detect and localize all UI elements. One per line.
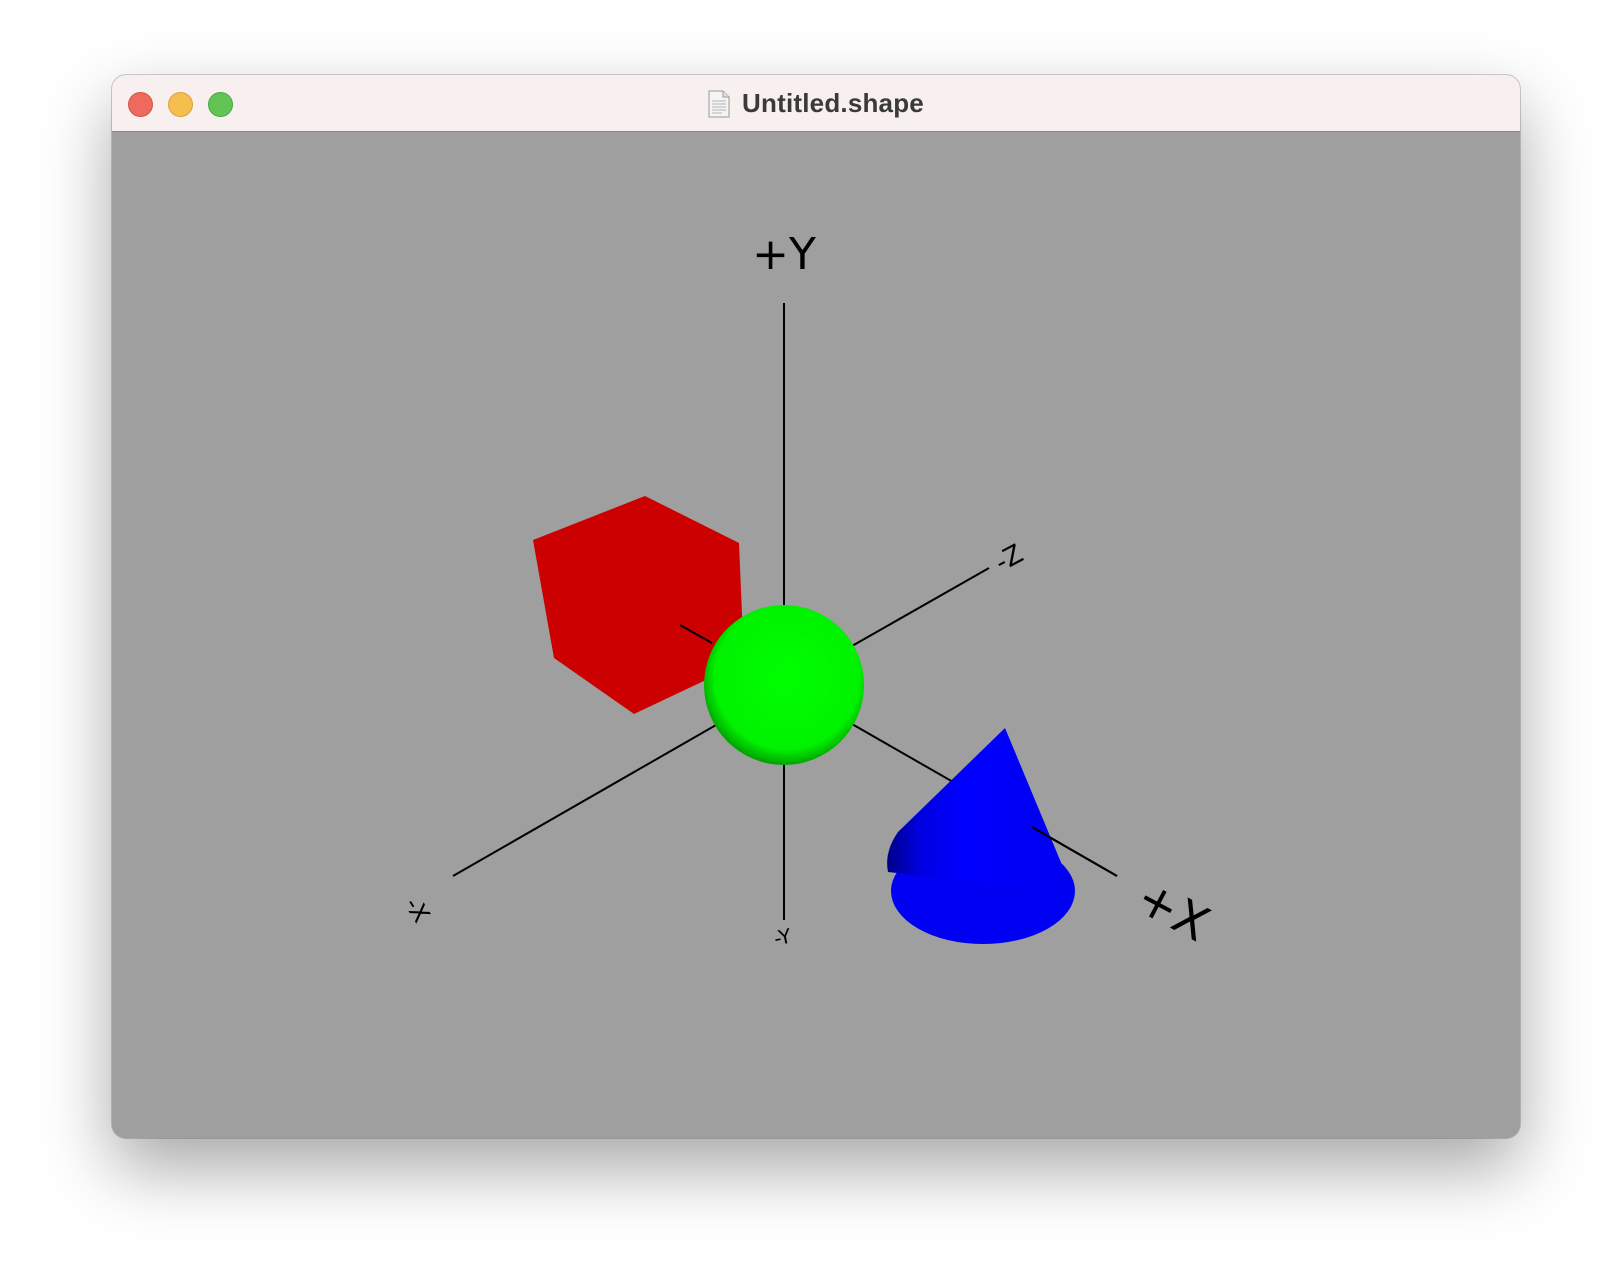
axis-label-neg-z: -Z [990, 539, 1028, 578]
cone-body [887, 728, 1072, 892]
document-icon [708, 90, 730, 117]
title-bar[interactable]: Untitled.shape [112, 75, 1520, 132]
green-sphere[interactable] [704, 605, 864, 765]
scene-canvas[interactable]: +Y -Z +X -Y -X [112, 132, 1520, 1138]
axis-pos-z-line [452, 720, 724, 877]
app-window: Untitled.shape +Y -Z +X -Y -X [112, 75, 1520, 1138]
3d-viewport[interactable]: +Y -Z +X -Y -X [112, 132, 1520, 1138]
axis-label-pos-y: +Y [752, 229, 816, 280]
axis-label-pos-x: +X [1127, 869, 1218, 953]
window-title: Untitled.shape [742, 88, 924, 118]
axis-label-neg-y: -Y [772, 923, 794, 950]
title-group: Untitled.shape [112, 75, 1520, 132]
axis-label-neg-x: -X [399, 892, 435, 927]
axis-neg-z-line [851, 567, 990, 647]
